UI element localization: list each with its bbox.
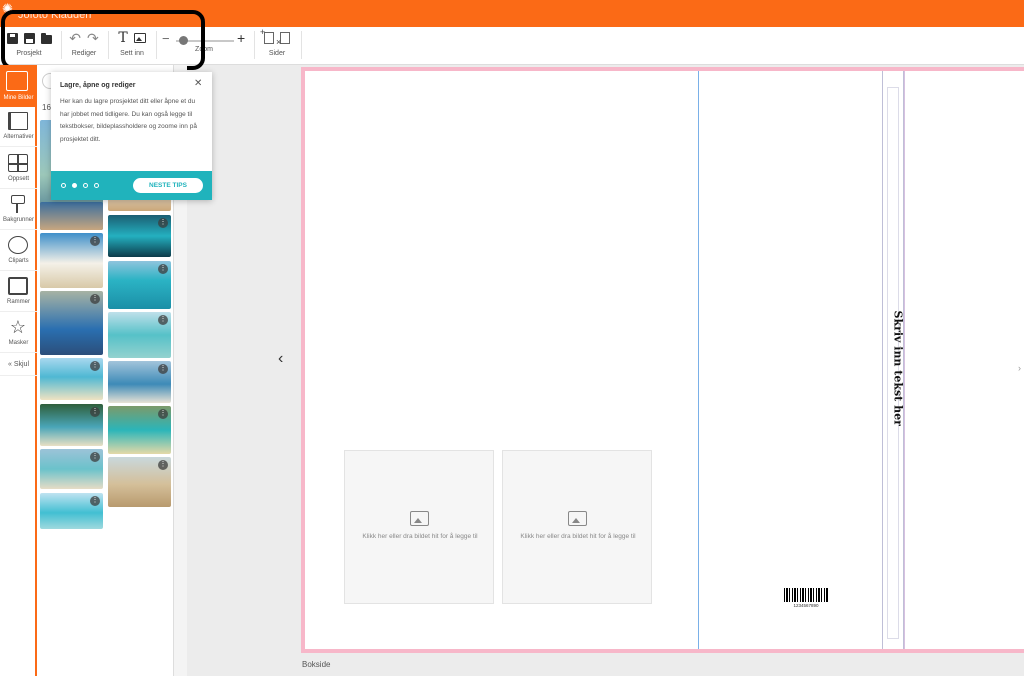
tooltip-step-indicator xyxy=(61,183,99,188)
next-tip-button[interactable]: NESTE TIPS xyxy=(133,178,203,193)
photo-menu-icon[interactable]: ⋮ xyxy=(158,315,168,325)
tooltip-body: Her kan du lagre prosjektet ditt eller å… xyxy=(60,98,197,143)
photo-menu-icon[interactable]: ⋮ xyxy=(90,236,100,246)
image-placeholder-icon xyxy=(410,511,429,526)
paint-roller-icon xyxy=(11,195,25,213)
sidebar-item-bakgrunner[interactable]: Bakgrunner xyxy=(0,190,37,230)
photo-thumbnail[interactable]: ⋮ xyxy=(40,233,103,288)
photos-icon xyxy=(6,71,28,91)
sidebar-item-alternativer[interactable]: Alternativer xyxy=(0,107,37,147)
sidebar-item-label: Bakgrunner xyxy=(2,217,35,223)
sidebar-item-label: Alternativer xyxy=(3,134,34,140)
spine-text-frame[interactable]: Skriv inn tekst her xyxy=(891,311,905,426)
delete-page-icon[interactable] xyxy=(276,32,290,47)
step-dot[interactable] xyxy=(83,183,88,188)
book-cover-spread: Klikk her eller dra bildet hit for å leg… xyxy=(301,67,1024,653)
step-dot[interactable] xyxy=(61,183,66,188)
photo-menu-icon[interactable]: ⋮ xyxy=(90,452,100,462)
flower-icon xyxy=(8,236,28,254)
sidebar-item-label: Oppsett xyxy=(7,176,29,182)
photo-thumbnail[interactable]: ⋮ xyxy=(108,361,171,403)
sidebar-item-label: Masker xyxy=(8,340,29,346)
collapse-icon: « xyxy=(7,361,12,368)
barcode-number: 1234567890 xyxy=(793,603,819,608)
sidebar-item-mine-bilder[interactable]: Mine Bilder xyxy=(0,65,37,107)
book-icon xyxy=(8,112,28,130)
photo-thumbnail[interactable]: ⋮ xyxy=(40,404,103,446)
photo-thumbnail[interactable]: ⋮ xyxy=(108,406,171,454)
star-icon: ☆ xyxy=(9,317,27,337)
zoom-in-icon[interactable]: + xyxy=(237,30,245,46)
frame-icon xyxy=(8,277,28,295)
add-page-icon[interactable] xyxy=(260,27,274,44)
collapse-label: Skjul xyxy=(13,361,30,368)
spine-guide-line xyxy=(698,71,699,649)
placeholder-text: Klikk her eller dra bildet hit for å leg… xyxy=(362,533,478,540)
photo-menu-icon[interactable]: ⋮ xyxy=(90,496,100,506)
photo-thumbnail[interactable]: ⋮ xyxy=(108,457,171,507)
photo-thumbnail[interactable]: ⋮ xyxy=(40,358,103,400)
barcode: 1234567890 xyxy=(771,585,841,611)
page-label: Bokside xyxy=(302,660,331,669)
tooltip-footer: NESTE TIPS xyxy=(51,171,212,200)
spine-text[interactable]: Skriv inn tekst her xyxy=(892,311,905,426)
photo-thumbnail[interactable]: ⋮ xyxy=(108,215,171,257)
close-icon[interactable]: ✕ xyxy=(194,78,202,89)
tutorial-highlight-ring xyxy=(1,10,205,70)
sidebar-item-label: Cliparts xyxy=(8,258,29,264)
photo-menu-icon[interactable]: ⋮ xyxy=(90,294,100,304)
toolbar-group-sider: Sider xyxy=(258,27,296,63)
photo-menu-icon[interactable]: ⋮ xyxy=(90,361,100,371)
tutorial-tooltip: Lagre, åpne og rediger ✕ Her kan du lagr… xyxy=(51,72,212,200)
photo-count: 16 xyxy=(42,103,51,112)
back-cover-page[interactable]: Klikk her eller dra bildet hit for å leg… xyxy=(305,71,698,649)
sidebar-item-label: « Skjul xyxy=(0,361,37,368)
photo-menu-icon[interactable]: ⋮ xyxy=(158,264,168,274)
sidebar-collapse-button[interactable]: « Skjul xyxy=(0,354,37,376)
next-page-icon[interactable]: › xyxy=(1018,363,1021,373)
sidebar-item-label: Rammer xyxy=(6,299,30,305)
sidebar-item-masker[interactable]: ☆ Masker xyxy=(0,313,37,353)
sidebar: Mine Bilder Alternativer Oppsett Bakgrun… xyxy=(0,65,37,676)
tooltip-title: Lagre, åpne og rediger xyxy=(60,82,136,89)
layout-icon xyxy=(8,154,28,172)
photo-menu-icon[interactable]: ⋮ xyxy=(158,364,168,374)
toolbar-divider xyxy=(301,31,302,59)
photo-thumbnail[interactable] xyxy=(40,202,103,230)
photo-menu-icon[interactable]: ⋮ xyxy=(90,407,100,417)
photo-menu-icon[interactable]: ⋮ xyxy=(158,460,168,470)
barcode-bars xyxy=(784,588,828,602)
toolbar-label-sider: Sider xyxy=(268,50,286,57)
photo-thumbnail[interactable]: ⋮ xyxy=(108,261,171,309)
step-dot[interactable] xyxy=(72,183,77,188)
image-placeholder-icon xyxy=(568,511,587,526)
photo-thumbnail[interactable]: ⋮ xyxy=(108,312,171,358)
photo-thumbnail[interactable]: ⋮ xyxy=(40,291,103,355)
step-dot[interactable] xyxy=(94,183,99,188)
previous-page-icon[interactable]: ‹ xyxy=(278,350,283,368)
photo-thumbnail[interactable]: ⋮ xyxy=(40,449,103,489)
sidebar-item-cliparts[interactable]: Cliparts xyxy=(0,231,37,271)
photo-menu-icon[interactable]: ⋮ xyxy=(158,218,168,228)
photo-placeholder[interactable]: Klikk her eller dra bildet hit for å leg… xyxy=(344,450,494,604)
toolbar-divider xyxy=(254,31,255,59)
sidebar-item-rammer[interactable]: Rammer xyxy=(0,272,37,312)
sidebar-item-oppsett[interactable]: Oppsett xyxy=(0,149,37,189)
front-cover-edge xyxy=(904,71,905,649)
photo-placeholder[interactable]: Klikk her eller dra bildet hit for å leg… xyxy=(502,450,652,604)
photo-menu-icon[interactable]: ⋮ xyxy=(158,409,168,419)
placeholder-text: Klikk her eller dra bildet hit for å leg… xyxy=(520,533,636,540)
sidebar-item-label: Mine Bilder xyxy=(3,95,34,101)
photo-thumbnail[interactable]: ⋮ xyxy=(40,493,103,529)
